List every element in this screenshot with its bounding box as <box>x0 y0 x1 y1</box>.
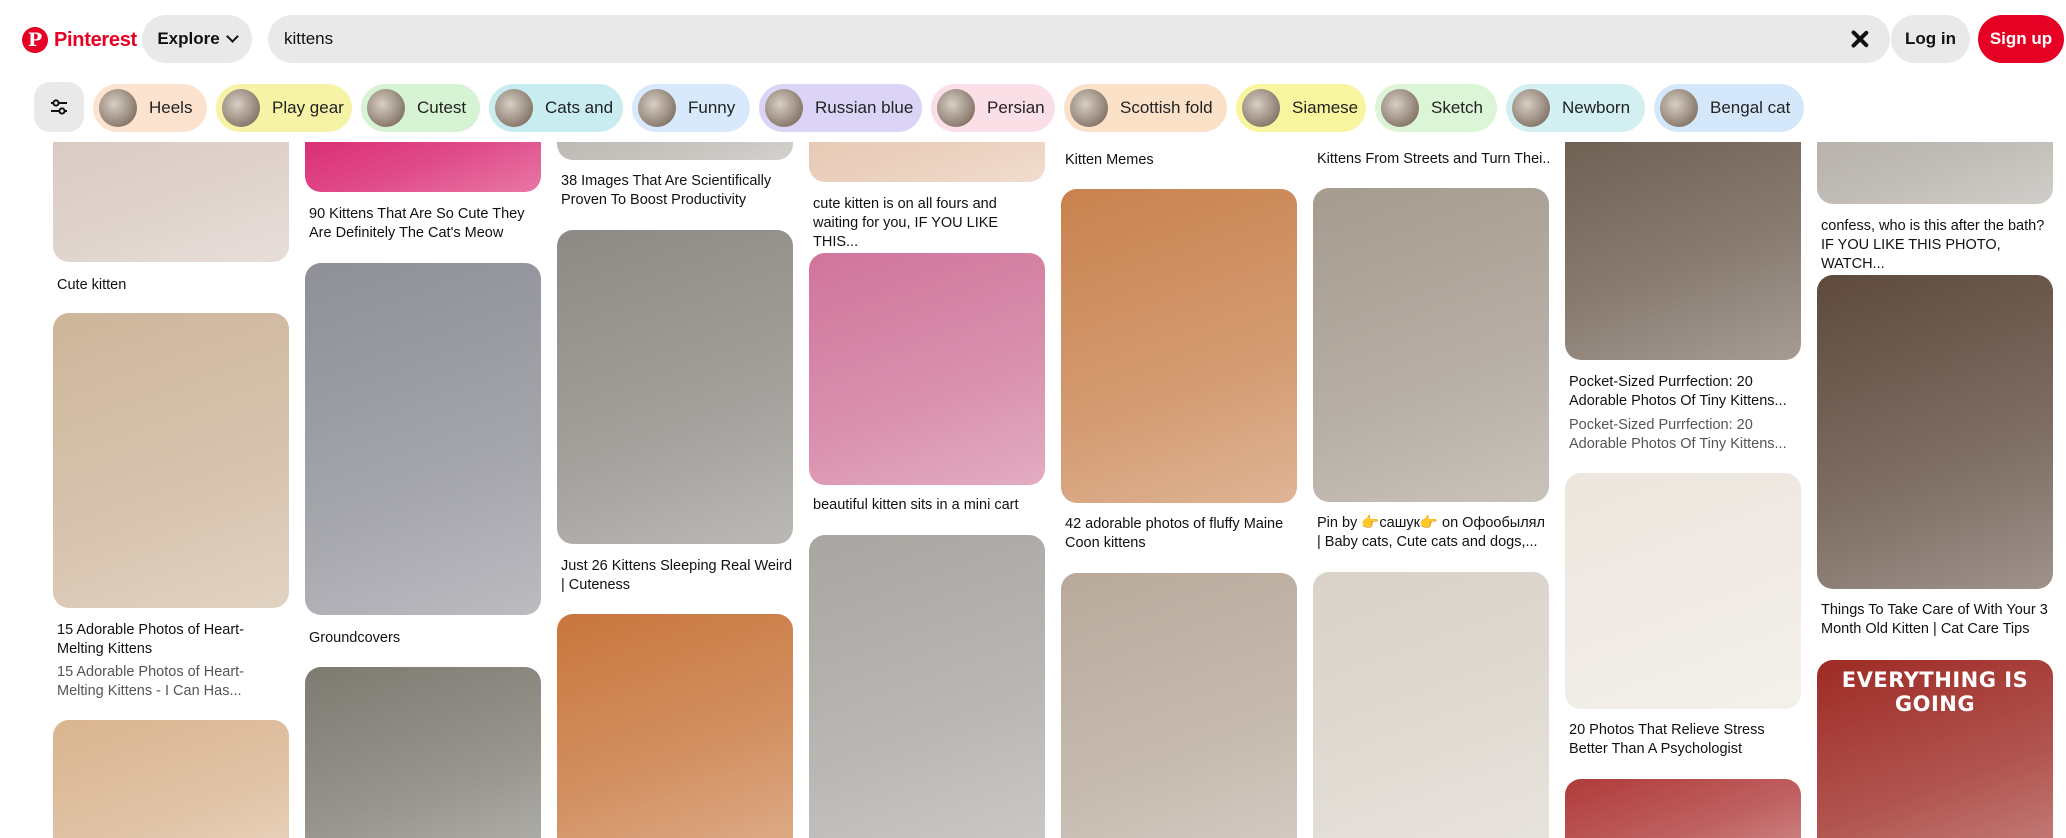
home-logo[interactable]: P Pinterest <box>22 27 137 53</box>
chip-persian[interactable]: Persian <box>931 84 1055 132</box>
chip-label: Scottish fold <box>1120 98 1213 117</box>
pin-title[interactable]: 15 Adorable Photos of Heart-Melting Kitt… <box>57 621 289 659</box>
pin-title[interactable]: 42 adorable photos of fluffy Maine Coon … <box>1065 515 1297 553</box>
chip-sketch[interactable]: Sketch <box>1375 84 1497 132</box>
top-nav: P Pinterest Explore Log in Sign up <box>0 0 2066 76</box>
chip-thumbnail <box>1660 89 1698 127</box>
chip-newborn[interactable]: Newborn <box>1506 84 1645 132</box>
chip-label: Cutest <box>417 98 467 117</box>
pin-image[interactable] <box>1061 573 1297 838</box>
chip-play-gear[interactable]: Play gear <box>216 84 352 132</box>
chip-label: Siamese <box>1292 98 1359 117</box>
pin-title[interactable]: Pocket-Sized Purrfection: 20 Adorable Ph… <box>1569 373 1801 411</box>
chip-label: Russian blue <box>815 98 914 117</box>
pin-image[interactable]: EVERYTHING IS GOING <box>1817 660 2053 838</box>
pin-image[interactable] <box>305 667 541 838</box>
pin-image[interactable] <box>557 230 793 544</box>
pin-title[interactable]: beautiful kitten sits in a mini cart <box>813 496 1045 515</box>
chip-label: Sketch <box>1431 98 1483 117</box>
pin-title[interactable]: Pin by 👉сашук👉 on Офообылял | Baby cats,… <box>1317 514 1549 552</box>
pin-image[interactable] <box>53 313 289 608</box>
chip-thumbnail <box>367 89 405 127</box>
chip-thumbnail <box>1512 89 1550 127</box>
chip-funny[interactable]: Funny <box>632 84 750 132</box>
pin-title[interactable]: Cute kitten <box>57 276 289 295</box>
filters-button[interactable] <box>34 82 84 132</box>
pin-image[interactable] <box>305 263 541 615</box>
search-bar[interactable] <box>268 15 1890 63</box>
pin-subtitle: Pocket-Sized Purrfection: 20 Adorable Ph… <box>1569 417 1787 452</box>
pin-title[interactable]: Groundcovers <box>309 629 541 648</box>
chip-label: Bengal cat <box>1710 98 1791 117</box>
chip-thumbnail <box>638 89 676 127</box>
pin-image[interactable] <box>1565 473 1801 709</box>
pin-title[interactable]: Just 26 Kittens Sleeping Real Weird | Cu… <box>561 557 793 595</box>
chip-cutest[interactable]: Cutest <box>361 84 480 132</box>
chip-thumbnail <box>1070 89 1108 127</box>
chip-thumbnail <box>495 89 533 127</box>
chip-label: Heels <box>149 98 193 117</box>
chip-label: Funny <box>688 98 736 117</box>
chip-scottish-fold[interactable]: Scottish fold <box>1064 84 1227 132</box>
chip-russian-blue[interactable]: Russian blue <box>759 84 922 132</box>
login-button[interactable]: Log in <box>1891 15 1970 63</box>
pin-image[interactable] <box>809 535 1045 838</box>
chip-thumbnail <box>1381 89 1419 127</box>
explore-button[interactable]: Explore <box>142 15 252 63</box>
pinterest-logo-icon: P <box>22 27 48 53</box>
pin-title[interactable]: Things To Take Care of With Your 3 Month… <box>1821 601 2053 639</box>
chip-thumbnail <box>765 89 803 127</box>
chip-label: Play gear <box>272 98 344 117</box>
pin-image[interactable] <box>1313 572 1549 838</box>
clear-search-icon[interactable] <box>1848 27 1872 51</box>
pin-image[interactable] <box>1565 779 1801 838</box>
pin-image[interactable] <box>1817 275 2053 589</box>
pin-title[interactable]: confess, who is this after the bath? IF … <box>1821 217 2053 274</box>
pin-title[interactable]: 20 Photos That Relieve Stress Better Tha… <box>1569 721 1801 759</box>
chip-bengal-cat[interactable]: Bengal cat <box>1654 84 1804 132</box>
pin-image[interactable] <box>809 253 1045 485</box>
pin-title[interactable]: Kittens From Streets and Turn Thei... <box>1317 150 1549 169</box>
pin-title[interactable]: cute kitten is on all fours and waiting … <box>813 195 1045 252</box>
chevron-down-icon <box>225 30 239 43</box>
chip-thumbnail <box>222 89 260 127</box>
pin-image[interactable] <box>1313 188 1549 502</box>
pin-image[interactable] <box>557 614 793 838</box>
chip-heels[interactable]: Heels <box>93 84 207 132</box>
chip-thumbnail <box>937 89 975 127</box>
search-input[interactable] <box>284 15 1804 63</box>
logo-text: Pinterest <box>54 28 137 51</box>
chip-label: Persian <box>987 98 1045 117</box>
pin-title[interactable]: 90 Kittens That Are So Cute They Are Def… <box>309 205 541 243</box>
chip-siamese[interactable]: Siamese <box>1236 84 1366 132</box>
filter-chip-bar: Heels Play gear Cutest Cats and Funny Ru… <box>0 76 2066 142</box>
chip-label: Newborn <box>1562 98 1631 117</box>
chip-thumbnail <box>1242 89 1280 127</box>
pin-subtitle: 15 Adorable Photos of Heart-Melting Kitt… <box>57 664 245 699</box>
sliders-icon <box>51 99 67 115</box>
chip-cats-and[interactable]: Cats and <box>489 84 623 132</box>
pin-title[interactable]: Kitten Memes <box>1065 151 1297 170</box>
pin-image[interactable] <box>53 720 289 838</box>
chip-label: Cats and <box>545 98 614 117</box>
pin-title[interactable]: 38 Images That Are Scientifically Proven… <box>561 172 793 210</box>
explore-label: Explore <box>157 29 220 48</box>
signup-button[interactable]: Sign up <box>1978 15 2064 63</box>
pin-overlay-text: EVERYTHING IS GOING <box>1841 668 2029 716</box>
pin-image[interactable] <box>1061 189 1297 503</box>
chip-thumbnail <box>99 89 137 127</box>
